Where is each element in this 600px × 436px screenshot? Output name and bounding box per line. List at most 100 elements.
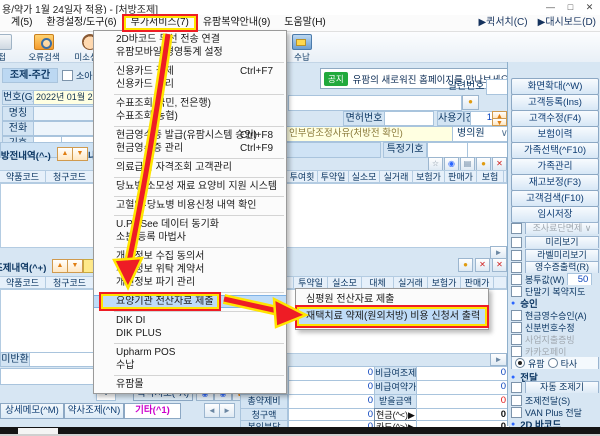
arrow-up-icon[interactable]: ▲ <box>57 147 73 161</box>
memo-input[interactable] <box>0 368 97 385</box>
sidebar-button-1[interactable]: 고객등록(Ins) <box>511 94 599 111</box>
coin-icon[interactable]: ● <box>458 258 473 272</box>
search-icon[interactable]: ◉ <box>444 157 459 171</box>
toolbar-button-payment[interactable]: 수납 <box>286 33 318 61</box>
date-field[interactable]: 2022년 01월 28일 <box>33 90 97 105</box>
star-icon[interactable]: ☆ <box>428 157 443 171</box>
menu-item-7[interactable]: 수표조회(농협) <box>94 110 286 123</box>
menu-item-6[interactable]: 수표조회(국민, 전은행) <box>94 97 286 110</box>
menu-item-12[interactable]: 의료급여 자격조회 고객관리 <box>94 161 286 174</box>
submenu-item-1[interactable]: 재택치료 약제(원외처방) 비용 신청서 출력 <box>296 307 488 326</box>
pager-right-icon[interactable]: ► <box>219 403 235 418</box>
menu-item-21[interactable]: 개인정보 수집 동의서 <box>94 250 286 263</box>
menu-item-31[interactable]: 수납 <box>94 359 286 372</box>
menu-item-25[interactable]: 요양기관 전산자료 제출▶ <box>94 295 286 308</box>
sidebar-button-8[interactable]: 임시저장 <box>511 206 599 223</box>
menu-item-28[interactable]: DIK PLUS <box>94 327 286 340</box>
sidebar-button-2[interactable]: 고객수정(F4) <box>511 110 599 127</box>
menu-item-19[interactable]: 소분 등록 마법사 <box>94 231 286 244</box>
name-field[interactable] <box>33 106 95 121</box>
menu-item-4[interactable]: 신용카드 관리 <box>94 78 286 91</box>
bottom-tab-1[interactable]: 약사조제(^N) <box>64 403 124 419</box>
menu-item-16[interactable]: 고혈압·당뇨병 비용신청 내역 확인 <box>94 199 286 212</box>
menubar-item-4[interactable]: 도움말(H) <box>277 15 332 31</box>
sidebar-button-0[interactable]: 화면확대(^W) <box>511 78 599 95</box>
arrow-down-icon[interactable]: ▼ <box>72 147 88 161</box>
checkbox-icon[interactable] <box>511 223 522 234</box>
sidebar-combo[interactable]: 조사료단면제 ∨ <box>525 222 599 234</box>
bottom-tab-0[interactable]: 상세메모(^M) <box>0 403 64 419</box>
license-field[interactable] <box>384 111 434 126</box>
menu-item-14[interactable]: 당뇨병 소모성 재료 요양비 지원 시스템 <box>94 180 286 193</box>
sidebar-button-7[interactable]: 고객검색(F10) <box>511 190 599 207</box>
toolbar-button-error-search[interactable]: 오류검색 <box>22 33 66 61</box>
phone-field[interactable] <box>33 121 95 136</box>
coin-icon[interactable]: ● <box>462 95 479 110</box>
column-header: 투약일 <box>318 170 349 183</box>
checkbox-icon[interactable] <box>511 407 522 418</box>
checkbox-icon[interactable] <box>511 274 522 285</box>
unreturned-field[interactable] <box>29 352 95 367</box>
special-code-field-2[interactable] <box>467 142 508 158</box>
menubar-item-1[interactable]: 환경설정/도구(6) <box>39 15 123 31</box>
clipboard-icon[interactable]: ▤ <box>460 157 475 171</box>
arrow-up-icon[interactable]: ▲ <box>52 259 68 273</box>
pager-left-icon[interactable]: ◄ <box>204 403 220 418</box>
menu-item-30[interactable]: Upharm POS <box>94 346 286 359</box>
row2-field[interactable] <box>288 95 462 111</box>
checkbox-icon[interactable] <box>511 262 522 273</box>
child-checkbox[interactable]: 소아 <box>62 69 96 81</box>
company-radio-group[interactable]: 유팜타사 <box>511 357 599 369</box>
quick-item-0[interactable]: ▶퀵서치(C) <box>478 15 527 31</box>
scroll-right-icon[interactable]: ► <box>490 353 507 366</box>
menu-item-label: U.POSee 데이터 동기화 <box>116 219 219 230</box>
menu-item-0[interactable]: 2D바코드 무선 전송 연결 <box>94 33 286 46</box>
menu-item-1[interactable]: 유팜모바일 경영통계 설정 <box>94 46 286 59</box>
toolbar-button-reception[interactable]: 접 <box>0 33 20 61</box>
delete-icon[interactable]: ✕ <box>492 157 507 171</box>
menubar-item-2[interactable]: 부가서비스(7) <box>124 15 196 31</box>
delete-icon[interactable]: ✕ <box>492 258 507 272</box>
arrow-down-icon[interactable]: ▼ <box>67 259 83 273</box>
quick-item-1[interactable]: ▶대시보드(D) <box>538 15 596 31</box>
checkbox-icon[interactable] <box>511 395 522 406</box>
minimize-button[interactable]: — <box>541 0 560 14</box>
special-code-field-1[interactable] <box>427 142 468 158</box>
maximize-button[interactable]: □ <box>561 0 580 14</box>
menu-item-22[interactable]: 개인정보 위탁 계약서 <box>94 263 286 276</box>
sidebar-button-5[interactable]: 가족관리 <box>511 158 599 175</box>
radio-icon[interactable] <box>548 358 558 368</box>
checkbox-icon[interactable] <box>511 250 522 261</box>
menu-item-18[interactable]: U.POSee 데이터 동기화 <box>94 218 286 231</box>
menu-item-33[interactable]: 유팜몰 <box>94 378 286 391</box>
hospital-combo[interactable]: 병의원 ∨ <box>452 126 512 142</box>
tab-dispense-week[interactable]: 조제-주간 <box>2 68 58 83</box>
checkbox-icon[interactable] <box>511 237 522 248</box>
checkbox-icon[interactable] <box>511 286 522 297</box>
checkbox-icon[interactable] <box>511 382 522 393</box>
sidebar-button-3[interactable]: 보험이력 <box>511 126 599 143</box>
checkbox-icon[interactable] <box>511 346 522 357</box>
menubar-item-0[interactable]: 계(5) <box>4 15 39 31</box>
radio-icon[interactable] <box>515 358 525 368</box>
checkbox-icon[interactable] <box>62 70 73 81</box>
menubar-item-3[interactable]: 유팜복약안내(9) <box>196 15 277 31</box>
serial-field[interactable] <box>486 79 508 95</box>
checkbox-icon[interactable] <box>511 310 522 321</box>
menu-item-23[interactable]: 개인정보 파기 관리 <box>94 276 286 289</box>
menu-item-10[interactable]: 현금영수증 관리Ctrl+F9 <box>94 142 286 155</box>
submenu-item-0[interactable]: 심평원 전산자료 제출 <box>296 292 488 307</box>
sidebar-button-6[interactable]: 재고보정(F3) <box>511 174 599 191</box>
menu-item-27[interactable]: DIK DI <box>94 314 286 327</box>
checkbox-icon[interactable] <box>511 322 522 333</box>
menu-item-9[interactable]: 현금영수증 발급(유팜시스템 승인)Ctrl+F8 <box>94 129 286 142</box>
close-button[interactable]: ✕ <box>580 0 599 14</box>
menu-item-3[interactable]: 신용카드 결제Ctrl+F7 <box>94 65 286 78</box>
sidebar-button-4[interactable]: 가족선택(^F10) <box>511 142 599 159</box>
envelope-value-field[interactable]: 50 <box>567 273 592 285</box>
coin-icon[interactable]: ● <box>476 157 491 171</box>
delete-icon[interactable]: ✕ <box>475 258 490 272</box>
bottom-tab-2[interactable]: 기타(^1) <box>124 403 181 419</box>
checkbox-icon[interactable] <box>511 334 522 345</box>
spin-down-icon[interactable]: ▼ <box>492 118 507 126</box>
